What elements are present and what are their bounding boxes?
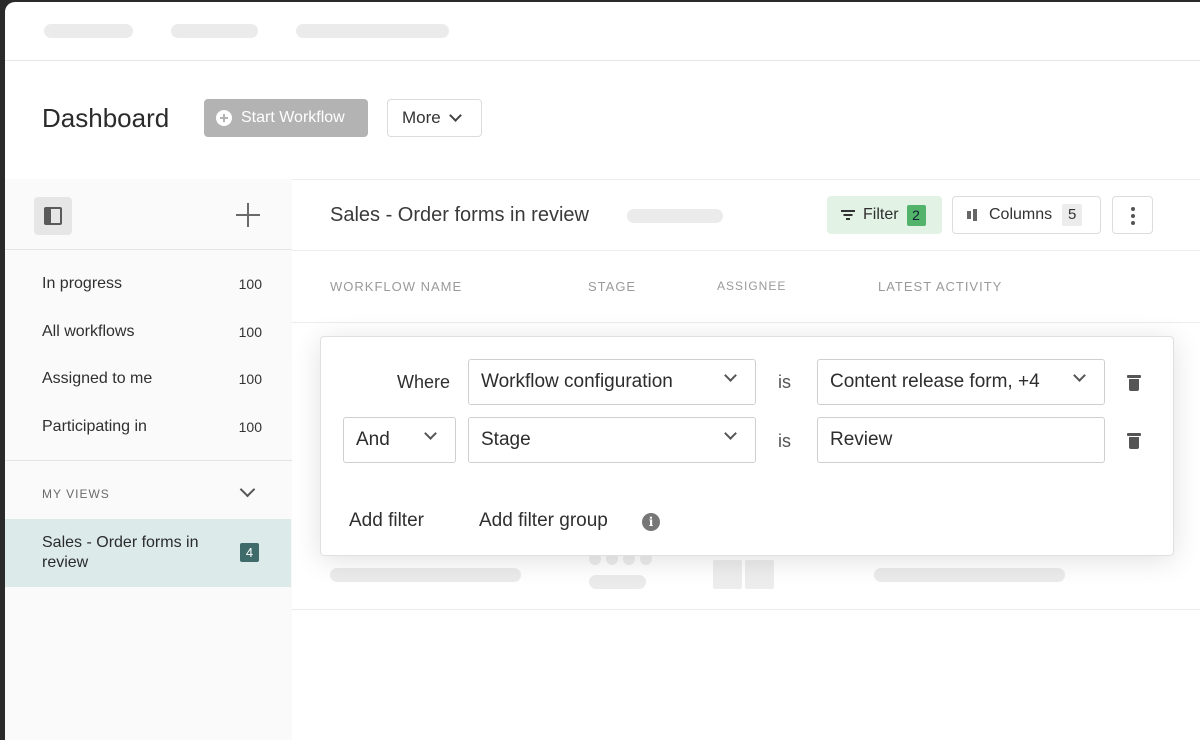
columns-icon [967,209,979,221]
divider [292,250,1200,251]
delete-filter-icon[interactable] [1127,433,1141,450]
divider [292,322,1200,323]
nav-placeholder [44,24,133,38]
nav-placeholder [171,24,258,38]
column-header-latest-activity[interactable]: LATEST ACTIVITY [878,279,1002,294]
view-label: Sales - Order forms in review [42,534,199,571]
columns-button[interactable]: Columns 5 [952,196,1101,234]
column-header-workflow-name[interactable]: WORKFLOW NAME [330,279,462,294]
filter-operator: is [778,372,791,392]
column-header-stage[interactable]: STAGE [588,279,636,294]
kebab-icon [1131,207,1135,211]
view-count-badge: 4 [240,543,259,562]
sidebar-toggle-button[interactable] [34,197,72,235]
more-button[interactable]: More [387,99,482,137]
kebab-icon [1131,221,1135,225]
sidebar-item-all-workflows[interactable]: All workflows 100 [42,323,262,341]
filter-field-value: Stage [481,429,531,450]
sidebar-item-label: Participating in [42,418,147,435]
row-placeholder [330,568,521,582]
filter-label: Filter [863,206,899,223]
page-header: Dashboard Start Workflow More [5,61,1200,179]
app-window: Dashboard Start Workflow More In progres… [5,2,1200,740]
row-placeholder [589,575,646,589]
filter-value-input[interactable]: Review [817,417,1105,463]
filter-connector-value: And [356,429,390,450]
chevron-down-icon [724,427,737,440]
add-filter-button[interactable]: Add filter [349,510,424,532]
filter-where-label: Where [397,372,451,392]
sidebar-item-in-progress[interactable]: In progress 100 [42,275,262,293]
divider [292,179,1200,180]
top-bar [5,2,1200,61]
my-views-heading: MY VIEWS [42,487,110,501]
sidebar-item-label: In progress [42,275,123,292]
sidebar: In progress 100 All workflows 100 Assign… [5,179,292,740]
more-options-button[interactable] [1112,196,1153,234]
sidebar-item-count: 100 [238,371,262,387]
divider [292,609,1200,610]
chevron-down-icon [724,369,737,382]
row-placeholder [745,560,774,589]
info-icon[interactable]: i [642,513,660,531]
filter-field-select[interactable]: Stage [468,417,756,463]
sidebar-item-label: Assigned to me [42,370,153,387]
columns-count-badge: 5 [1062,204,1083,226]
nav-placeholder [296,24,449,38]
sidebar-item-participating-in[interactable]: Participating in 100 [42,418,262,436]
add-filter-group-button[interactable]: Add filter group [479,510,608,532]
plus-circle-icon [216,110,232,126]
filter-field-select[interactable]: Workflow configuration [468,359,756,405]
filter-value-text: Review [830,429,893,450]
divider [5,249,292,250]
row-placeholder [874,568,1065,582]
kebab-icon [1131,214,1135,218]
view-title: Sales - Order forms in review [330,204,589,226]
columns-label: Columns [989,206,1053,223]
sidebar-item-count: 100 [238,419,262,435]
divider [5,460,292,461]
filter-button[interactable]: Filter 2 [827,196,942,234]
sidebar-item-count: 100 [238,324,262,340]
start-workflow-button[interactable]: Start Workflow [204,99,368,137]
sidebar-view-sales-order-forms[interactable]: Sales - Order forms in review 4 [5,519,291,587]
chevron-down-icon [424,427,437,440]
chevron-down-icon[interactable] [239,481,256,498]
page-title: Dashboard [42,103,170,133]
add-view-button[interactable] [236,203,260,227]
filter-panel: Where Workflow configuration is Content … [320,336,1174,556]
filter-count-badge: 2 [906,204,926,226]
row-placeholder [713,560,742,589]
filter-value-select[interactable]: Content release form, +4 [817,359,1105,405]
start-workflow-label: Start Workflow [241,109,345,126]
filter-icon [841,210,855,220]
chevron-down-icon [448,109,462,122]
sidebar-item-assigned-to-me[interactable]: Assigned to me 100 [42,370,262,388]
filter-field-value: Workflow configuration [481,371,673,392]
filter-operator: is [778,431,791,451]
column-header-assignee[interactable]: ASSIGNEE [717,279,786,293]
sidebar-panel-icon [44,207,62,225]
filter-value-text: Content release form, +4 [830,371,1040,392]
title-placeholder [627,209,723,223]
delete-filter-icon[interactable] [1127,375,1141,392]
sidebar-item-label: All workflows [42,323,135,340]
sidebar-item-count: 100 [238,276,262,292]
filter-connector-select[interactable]: And [343,417,456,463]
chevron-down-icon [1073,369,1086,382]
more-label: More [402,108,441,127]
